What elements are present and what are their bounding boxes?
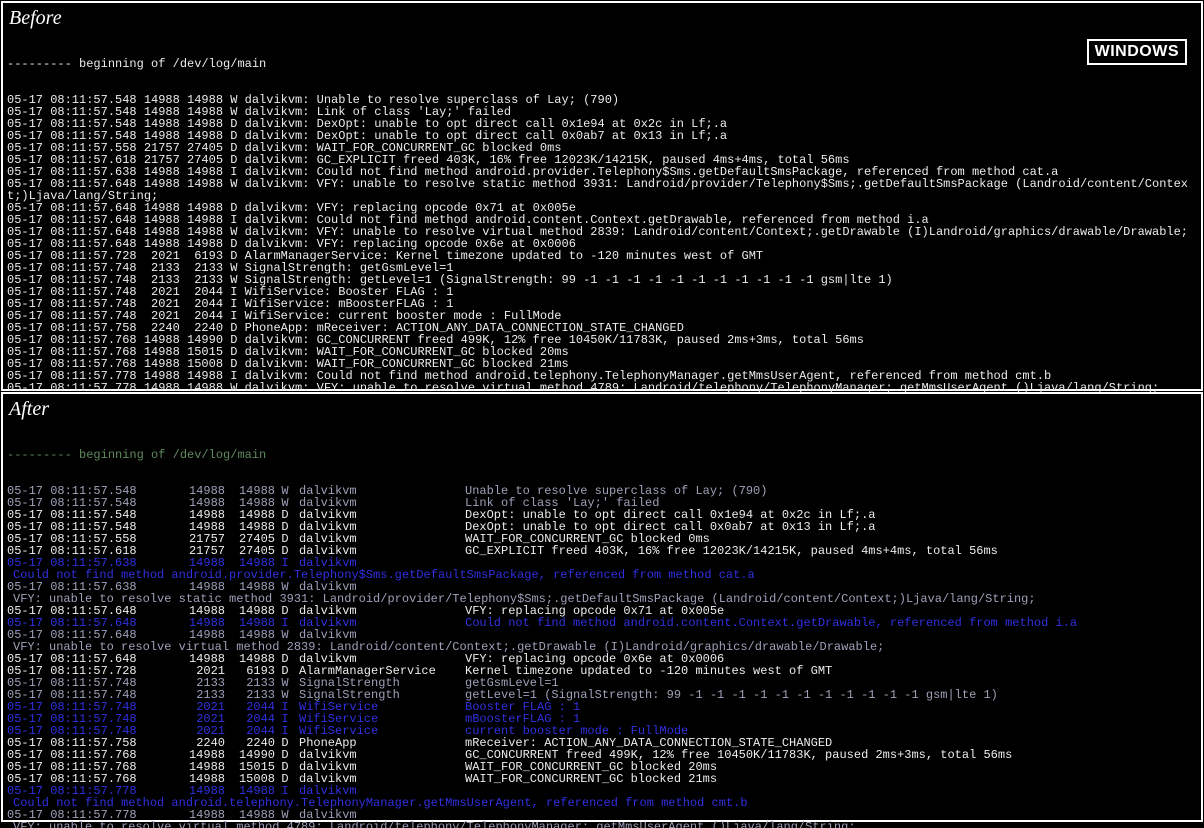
log-divider: --------- beginning of /dev/log/main xyxy=(7,449,1197,461)
log-line: 05-17 08:11:57.74820212044IWifiServiceBo… xyxy=(7,701,1197,713)
log-line: 05-17 08:11:57.6381498814988IdalvikvmCou… xyxy=(7,557,1197,581)
after-log-area[interactable]: --------- beginning of /dev/log/main 05-… xyxy=(3,423,1201,828)
log-message: GC_EXPLICIT freed 403K, 16% free 12023K/… xyxy=(465,545,998,557)
log-line: 05-17 08:11:57.74821332133WSignalStrengt… xyxy=(7,689,1197,701)
log-line: 05-17 08:11:57.7681498815008DdalvikvmWAI… xyxy=(7,773,1197,785)
before-log-area[interactable]: --------- beginning of /dev/log/main 05-… xyxy=(3,32,1201,432)
log-message: VFY: unable to resolve virtual method 28… xyxy=(13,641,884,653)
after-panel: After --------- beginning of /dev/log/ma… xyxy=(1,392,1203,822)
after-title: After xyxy=(3,394,1201,423)
log-line: 05-17 08:11:57.72820216193DAlarmManagerS… xyxy=(7,665,1197,677)
before-title: Before xyxy=(3,3,1201,32)
windows-button[interactable]: WINDOWS xyxy=(1087,39,1187,65)
log-line: 05-17 08:11:57.6381498814988WdalvikvmVFY… xyxy=(7,581,1197,605)
log-line: 05-17 08:11:57.6481498814988IdalvikvmCou… xyxy=(7,617,1197,629)
log-line: 05-17 08:11:57.6182175727405DdalvikvmGC_… xyxy=(7,545,1197,557)
log-divider: --------- beginning of /dev/log/main xyxy=(7,58,1197,70)
log-message: VFY: unable to resolve virtual method 47… xyxy=(13,821,856,828)
log-line: 05-17 08:11:57.6481498814988WdalvikvmVFY… xyxy=(7,629,1197,653)
log-line: 05-17 08:11:57.7781498814988IdalvikvmCou… xyxy=(7,785,1197,809)
log-message: WAIT_FOR_CONCURRENT_GC blocked 21ms xyxy=(465,773,717,785)
log-line: 05-17 08:11:57.648 14988 14988 W dalvikv… xyxy=(7,178,1197,202)
log-message: Could not find method android.content.Co… xyxy=(465,617,1077,629)
log-line: 05-17 08:11:57.7781498814988WdalvikvmVFY… xyxy=(7,809,1197,828)
before-panel: Before WINDOWS --------- beginning of /d… xyxy=(1,1,1203,391)
